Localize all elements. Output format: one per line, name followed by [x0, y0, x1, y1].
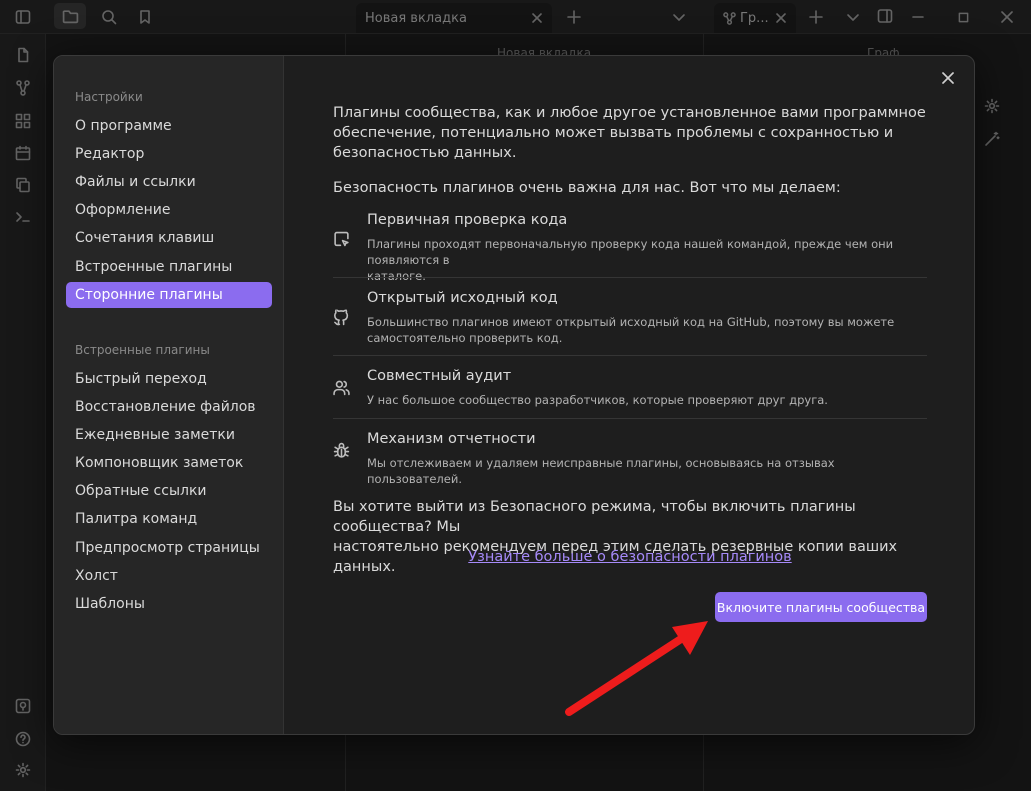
- github-icon: [333, 309, 351, 327]
- feature-desc-line: Мы отслеживаем и удаляем неисправные пла…: [367, 456, 835, 486]
- annotation-arrow: [565, 621, 708, 716]
- users-icon: [333, 379, 351, 397]
- feature-desc-line: Плагины проходят первоначальную проверку…: [367, 237, 894, 267]
- feature-divider: [333, 355, 927, 356]
- feature-title: Механизм отчетности: [367, 431, 536, 447]
- settings-sidebar: Настройки О программе Редактор Файлы и с…: [54, 56, 284, 734]
- feature-peer-audit: Совместный аудит У нас большое сообществ…: [333, 368, 927, 408]
- intro-line: Плагины сообщества, как и любое другое у…: [333, 105, 926, 121]
- sidebar-item-file-recovery[interactable]: Восстановление файлов: [66, 394, 272, 420]
- security-text: Безопасность плагинов очень важна для на…: [333, 180, 841, 196]
- sidebar-item-community-plugins[interactable]: Сторонние плагины: [66, 282, 272, 308]
- sidebar-item-templates[interactable]: Шаблоны: [66, 591, 272, 617]
- safe-mode-question: Вы хотите выйти из Безопасного режима, ч…: [333, 497, 927, 577]
- enable-community-plugins-button[interactable]: Включите плагины сообщества: [715, 592, 927, 622]
- sidebar-item-quick-switcher[interactable]: Быстрый переход: [66, 366, 272, 392]
- question-line: Вы хотите выйти из Безопасного режима, ч…: [333, 499, 856, 535]
- feature-reporting: Механизм отчетности Мы отслеживаем и уда…: [333, 431, 927, 486]
- sidebar-item-core-plugins[interactable]: Встроенные плагины: [66, 254, 272, 280]
- sidebar-item-page-preview[interactable]: Предпросмотр страницы: [66, 535, 272, 561]
- settings-modal: Настройки О программе Редактор Файлы и с…: [53, 55, 975, 735]
- close-icon: [942, 72, 954, 84]
- feature-desc-line: Большинство плагинов имеют открытый исхо…: [367, 315, 895, 329]
- sidebar-item-daily-notes[interactable]: Ежедневные заметки: [66, 422, 272, 448]
- bug-icon: [333, 442, 351, 460]
- sidebar-item-note-composer[interactable]: Компоновщик заметок: [66, 450, 272, 476]
- close-modal-button[interactable]: [936, 66, 960, 90]
- feature-title: Открытый исходный код: [367, 290, 558, 306]
- sidebar-item-hotkeys[interactable]: Сочетания клавиш: [66, 225, 272, 251]
- code-review-icon: [333, 231, 351, 249]
- core-plugins-heading: Встроенные плагины: [75, 343, 210, 357]
- feature-title: Совместный аудит: [367, 368, 512, 384]
- settings-heading: Настройки: [75, 90, 143, 104]
- sidebar-item-files-links[interactable]: Файлы и ссылки: [66, 169, 272, 195]
- feature-divider: [333, 277, 927, 278]
- feature-code-review: Первичная проверка кода Плагины проходят…: [333, 212, 927, 283]
- feature-description: Мы отслеживаем и удаляем неисправные пла…: [367, 455, 927, 487]
- sidebar-item-appearance[interactable]: Оформление: [66, 197, 272, 223]
- learn-more-link[interactable]: Узнайте больше о безопасности плагинов: [333, 549, 927, 565]
- feature-desc-line: самостоятельно проверить код.: [367, 331, 563, 345]
- intro-line: безопасностью данных.: [333, 145, 517, 161]
- sidebar-item-canvas[interactable]: Холст: [66, 563, 272, 589]
- feature-description: Большинство плагинов имеют открытый исхо…: [367, 314, 927, 346]
- feature-divider: [333, 418, 927, 419]
- intro-text: Плагины сообщества, как и любое другое у…: [333, 103, 927, 163]
- feature-open-source: Открытый исходный код Большинство плагин…: [333, 290, 927, 346]
- intro-line: обеспечение, потенциально может вызвать …: [333, 125, 894, 141]
- feature-desc-line: каталоге.: [367, 269, 426, 283]
- feature-desc-line: У нас большое сообщество разработчиков, …: [367, 393, 828, 407]
- sidebar-item-command-palette[interactable]: Палитра команд: [66, 506, 272, 532]
- sidebar-item-about[interactable]: О программе: [66, 113, 272, 139]
- sidebar-item-backlinks[interactable]: Обратные ссылки: [66, 478, 272, 504]
- sidebar-item-editor[interactable]: Редактор: [66, 141, 272, 167]
- feature-description: У нас большое сообщество разработчиков, …: [367, 392, 927, 408]
- feature-title: Первичная проверка кода: [367, 212, 568, 228]
